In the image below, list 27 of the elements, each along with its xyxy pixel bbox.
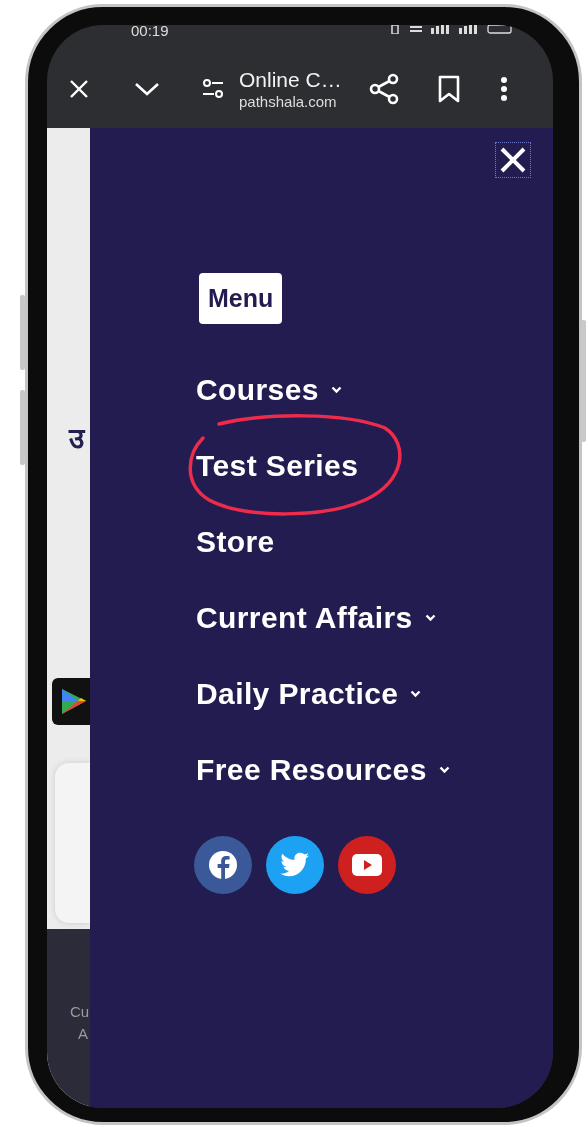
- menu-heading: Menu: [199, 273, 283, 324]
- bookmark-button[interactable]: [437, 75, 461, 103]
- footer-text: A: [77, 1024, 89, 1044]
- play-store-icon: [52, 678, 90, 725]
- twitter-button[interactable]: [266, 836, 324, 894]
- youtube-button[interactable]: [338, 836, 396, 894]
- page-url: pathshala.com: [239, 92, 338, 111]
- site-settings-button[interactable]: [201, 77, 225, 101]
- play-icon: [352, 854, 382, 876]
- share-button[interactable]: [369, 73, 399, 105]
- menu-item[interactable]: Free Resources: [196, 750, 450, 790]
- page-text: उ: [67, 422, 87, 456]
- menu-item[interactable]: Courses: [196, 370, 342, 410]
- footer-text: Cu: [70, 1002, 90, 1022]
- signal-icon: [431, 25, 451, 34]
- page-title: Online C…: [239, 67, 343, 92]
- signal-icon: [459, 25, 479, 34]
- close-button[interactable]: [495, 142, 531, 178]
- clock-time: 00:19: [131, 25, 169, 39]
- menu-item[interactable]: Test Series: [196, 446, 359, 486]
- more-button[interactable]: [499, 76, 509, 102]
- battery-icon: [487, 25, 513, 34]
- menu-item[interactable]: Daily Practice: [196, 674, 422, 714]
- bird-icon: [280, 852, 310, 878]
- f-logo-icon: [208, 850, 238, 880]
- menu-item[interactable]: Store: [196, 522, 275, 562]
- menu-item[interactable]: Current Affairs: [196, 598, 436, 638]
